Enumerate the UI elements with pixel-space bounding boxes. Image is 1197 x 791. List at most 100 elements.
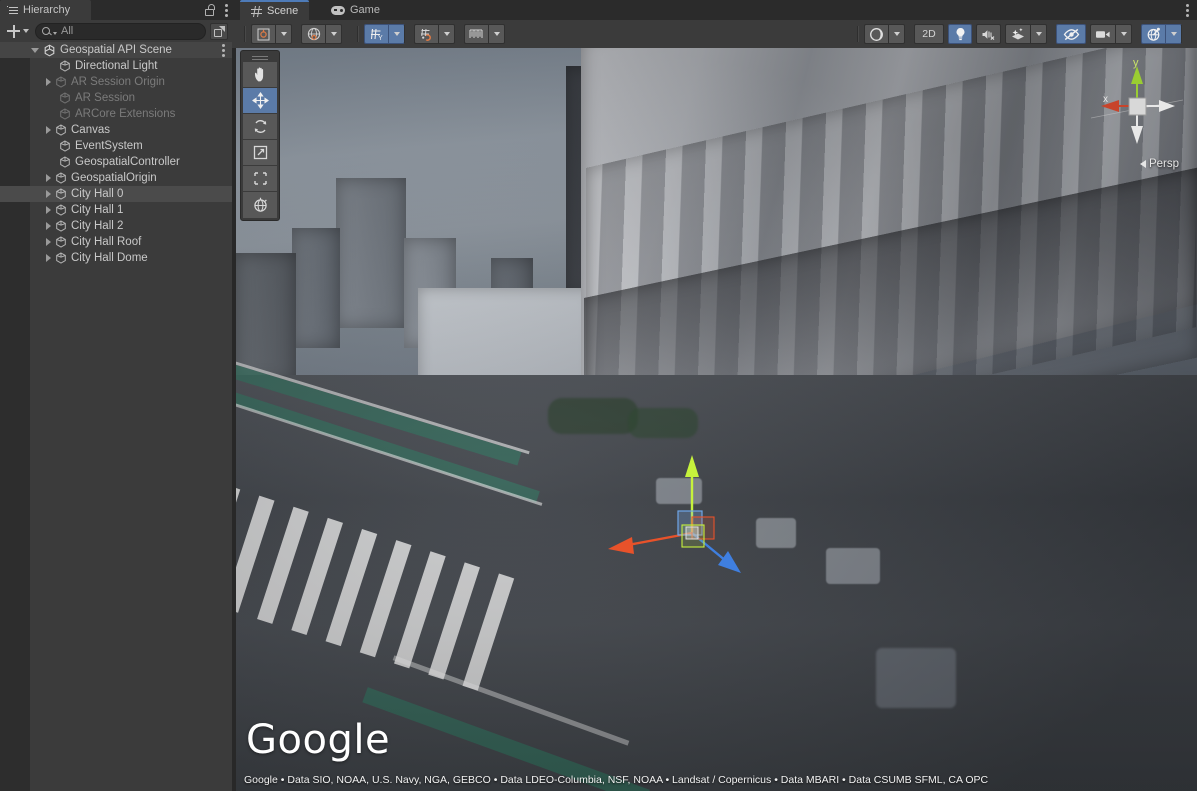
unity-scene-icon [43,44,56,57]
handle-space-dropdown[interactable] [325,24,342,44]
gameobject-cube-icon [59,108,71,120]
scene-context-menu-icon[interactable] [222,44,225,57]
hierarchy-item[interactable]: GeospatialOrigin [0,170,232,186]
hand-tool-button[interactable] [243,62,277,88]
scene-toolbar: Y [232,20,1197,48]
foldout-spacer [46,62,55,71]
hierarchy-item-label: GeospatialController [75,156,180,168]
hierarchy-item[interactable]: City Hall Roof [0,234,232,250]
toolbar-divider [244,26,245,42]
grid-axis-dropdown[interactable] [388,24,405,44]
grid-size-dropdown[interactable] [488,24,505,44]
tab-game[interactable]: Game [320,0,391,20]
scene-fx-group [1005,24,1047,44]
hierarchy-item[interactable]: GeospatialController [0,154,232,170]
foldout-closed-icon[interactable] [46,206,51,214]
tab-hierarchy[interactable]: Hierarchy [0,0,91,20]
chevron-down-icon [23,29,29,33]
tool-palette-drag-handle[interactable] [243,53,277,62]
transform-tool-button[interactable] [243,192,277,218]
scene-audio-button[interactable] [976,24,1001,44]
hierarchy-item[interactable]: Directional Light [0,58,232,74]
gameobject-cube-icon [59,60,71,72]
scale-tool-button[interactable] [243,140,277,166]
gamepad-icon [331,6,345,15]
shading-mode-dropdown[interactable] [888,24,905,44]
toolbar-divider-2 [357,26,358,42]
gameobject-cube-icon [59,140,71,152]
pivot-rotation-dropdown[interactable] [275,24,292,44]
hierarchy-item[interactable]: City Hall Dome [0,250,232,266]
view-orientation-gizmo[interactable]: y x Persp [1091,60,1183,170]
grid-size-button[interactable] [464,24,488,44]
hierarchy-scene-root[interactable]: Geospatial API Scene [0,42,232,58]
gizmos-dropdown[interactable] [1165,24,1182,44]
foldout-open-icon[interactable] [31,48,39,53]
2d-toggle-button[interactable]: 2D [914,24,944,44]
pivot-rotation-button[interactable] [251,24,275,44]
scene-window-menu-icon[interactable] [1186,4,1189,17]
scene-viewport[interactable]: y x Persp [236,48,1197,791]
hand-icon [252,66,269,83]
persp-arrow-icon [1140,160,1146,168]
foldout-spacer [46,94,55,103]
foldout-closed-icon[interactable] [46,238,51,246]
hierarchy-item[interactable]: ARCore Extensions [0,106,232,122]
scene-camera-button[interactable] [1090,24,1115,44]
open-in-new-window-button[interactable] [210,23,228,40]
grid-snap-dropdown[interactable] [438,24,455,44]
hierarchy-item[interactable]: EventSystem [0,138,232,154]
2d-toggle-label: 2D [922,28,935,40]
foldout-closed-icon[interactable] [46,222,51,230]
foldout-closed-icon[interactable] [46,126,51,134]
scene-lighting-button[interactable] [948,24,972,44]
scene-fx-dropdown[interactable] [1030,24,1047,44]
hierarchy-item[interactable]: Canvas [0,122,232,138]
foldout-closed-icon[interactable] [46,254,51,262]
plus-icon [7,25,20,38]
hierarchy-item[interactable]: AR Session Origin [0,74,232,90]
gizmos-toggle-button[interactable] [1141,24,1165,44]
add-gameobject-button[interactable] [5,23,31,40]
foldout-spacer [46,158,55,167]
tab-scene-label: Scene [267,5,298,17]
grid-size-group [464,24,505,44]
grid-axis-y-button[interactable]: Y [364,24,388,44]
grid-snap-button[interactable] [414,24,438,44]
hierarchy-icon [7,6,18,15]
rect-tool-button[interactable] [243,166,277,192]
gameobject-cube-icon [55,172,67,184]
gameobject-cube-icon [55,236,67,248]
hierarchy-item[interactable]: City Hall 2 [0,218,232,234]
hierarchy-panel: Hierarchy All [0,0,232,791]
search-input[interactable]: All [35,23,206,40]
hierarchy-menu-icon[interactable] [225,4,228,17]
foldout-closed-icon[interactable] [46,174,51,182]
building-left [292,228,340,348]
gameobject-cube-icon [55,124,67,136]
scene-fx-button[interactable] [1005,24,1030,44]
toolbar-divider-3 [857,26,858,42]
rotate-tool-button[interactable] [243,114,277,140]
foldout-closed-icon[interactable] [46,78,51,86]
projection-mode-label[interactable]: Persp [1140,158,1179,170]
handle-space-button[interactable] [301,24,325,44]
unity-editor-window: Hierarchy All [0,0,1197,791]
hierarchy-item[interactable]: City Hall 1 [0,202,232,218]
tab-game-label: Game [350,4,380,16]
scene-visibility-button[interactable] [1056,24,1086,44]
grid-snap-group [414,24,455,44]
scene-camera-dropdown[interactable] [1115,24,1132,44]
foldout-closed-icon[interactable] [46,190,51,198]
move-tool-button[interactable] [243,88,277,114]
search-icon [42,27,51,36]
hierarchy-item[interactable]: City Hall 0 [0,186,232,202]
scene-camera-group [1090,24,1132,44]
hierarchy-item-label: City Hall 2 [71,220,123,232]
tab-scene[interactable]: Scene [240,0,309,20]
hierarchy-item[interactable]: AR Session [0,90,232,106]
shading-mode-button[interactable] [864,24,888,44]
transform-move-gizmo[interactable] [586,433,776,603]
hierarchy-tabbar: Hierarchy [0,0,232,20]
lock-open-icon[interactable] [205,4,216,16]
